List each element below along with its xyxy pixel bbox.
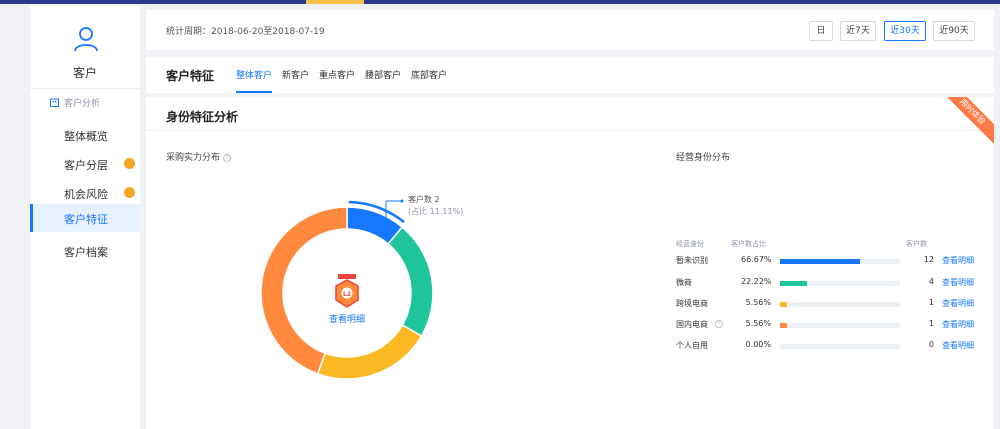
count-cell: 4 (928, 277, 934, 286)
ratio-cell: 5.56% (745, 298, 771, 307)
section-title: 客户特征 (166, 69, 215, 83)
trial-ribbon: 限时体验 (938, 97, 994, 146)
help-icon[interactable]: ? (223, 154, 232, 162)
count-cell: 1 (928, 319, 934, 328)
top-bar-accent (306, 0, 364, 4)
ratio-bar-fill (780, 281, 807, 286)
sidebar-item-label: 机会风险 (64, 188, 108, 201)
ratio-bar (780, 344, 900, 349)
ratio-bar (780, 302, 900, 307)
help-icon[interactable]: ? (715, 320, 723, 328)
sidebar-item-label: 客户特征 (64, 213, 108, 226)
sidebar: 客户 客户分析 整体概览 客户分层 机会风险 客户特征 客户档案 (30, 6, 140, 429)
donut-segment[interactable] (346, 206, 404, 246)
range-7d-button[interactable]: 近7天 (840, 21, 876, 41)
header-ratio: 客户数占比 (731, 240, 766, 248)
ratio-bar-fill (780, 302, 787, 307)
tab-middle-customers[interactable]: 腰部客户 (365, 68, 401, 93)
donut-segment[interactable] (260, 206, 348, 375)
sidebar-item-label: 整体概览 (64, 130, 108, 143)
identity-cell: 个人自用 (676, 341, 708, 350)
identity-cell: 暂未识别 (676, 256, 708, 265)
callout-ratio: (占比 11.11%) (408, 207, 464, 216)
donut-segment[interactable] (387, 226, 434, 338)
sidebar-item-overview[interactable]: 整体概览 (30, 121, 140, 149)
ratio-bar (780, 281, 900, 286)
count-cell: 1 (928, 298, 934, 307)
period-text: 统计周期：2018-06-20至2018-07-19 (166, 27, 325, 37)
sidebar-item-archive[interactable]: 客户档案 (30, 237, 140, 265)
ratio-bar (780, 323, 900, 328)
range-day-button[interactable]: 日 (809, 21, 833, 41)
tab-all-customers[interactable]: 整体客户 (236, 68, 273, 93)
ratio-cell: 5.56% (745, 319, 771, 328)
badge-level-text: L2 (343, 291, 351, 298)
table-row: 暂未识别 66.67% 12 查看明细 (676, 255, 986, 271)
ratio-bar-fill (780, 259, 860, 264)
range-90d-button[interactable]: 近90天 (933, 21, 975, 41)
table-row: 国内电商? 5.56% 1 查看明细 (676, 319, 986, 335)
ratio-cell: 66.67% (741, 255, 772, 264)
sidebar-divider (30, 88, 140, 89)
count-cell: 12 (923, 255, 934, 264)
view-detail-link[interactable]: 查看明细 (942, 298, 974, 309)
donut-chart (260, 200, 434, 380)
business-identity-title: 经营身份分布 (676, 153, 731, 163)
tab-bottom-customers[interactable]: 底部客户 (411, 68, 447, 93)
donut-segment[interactable] (316, 323, 423, 380)
donut-highlight-arc (348, 200, 405, 224)
sidebar-item-label: 客户档案 (64, 246, 108, 259)
identity-analysis-panel: 身份特征分析 限时体验 采购实力分布? 客户数 2 (占比 11.11%) L2… (146, 97, 994, 429)
sidebar-item-features[interactable]: 客户特征 (30, 204, 140, 232)
purchasing-power-label: 采购实力分布 (166, 153, 221, 163)
top-bar (0, 0, 1000, 4)
identity-cell: 国内电商 (676, 320, 708, 329)
identity-cell: 微商 (676, 278, 692, 287)
sidebar-item-risk[interactable]: 机会风险 (30, 179, 140, 207)
view-detail-link[interactable]: 查看明细 (329, 312, 365, 325)
level-badge-icon: L2 (335, 274, 359, 308)
ratio-cell: 0.00% (745, 340, 771, 349)
sidebar-section-label: 客户分析 (64, 99, 101, 109)
panel-title: 身份特征分析 (166, 110, 239, 124)
notification-dot (124, 187, 135, 198)
notification-dot (124, 158, 135, 169)
table-row: 跨境电商 5.56% 1 查看明细 (676, 298, 986, 314)
identity-cell: 跨境电商 (676, 299, 708, 308)
sidebar-title: 客户 (72, 66, 97, 80)
table-row: 个人自用 0.00% 0 查看明细 (676, 340, 986, 356)
header-identity: 经营身份 (676, 240, 704, 248)
building-icon (50, 98, 59, 107)
view-detail-link[interactable]: 查看明细 (942, 277, 974, 288)
range-30d-button[interactable]: 近30天 (884, 21, 926, 41)
tabs-panel: 客户特征 整体客户 新客户 重点客户 腰部客户 底部客户 (146, 57, 994, 93)
sidebar-item-layering[interactable]: 客户分层 (30, 150, 140, 178)
sidebar-item-label: 客户分层 (64, 159, 108, 172)
callout-line (385, 199, 404, 220)
view-detail-link[interactable]: 查看明细 (942, 340, 974, 351)
user-icon (74, 27, 98, 52)
header-count: 客户数 (906, 240, 927, 248)
ratio-bar-fill (780, 323, 787, 328)
tab-key-customers[interactable]: 重点客户 (319, 68, 355, 93)
period-panel: 统计周期：2018-06-20至2018-07-19 日 近7天 近30天 近9… (146, 10, 994, 50)
view-detail-link[interactable]: 查看明细 (942, 319, 974, 330)
callout-count: 客户数 2 (408, 195, 440, 204)
count-cell: 0 (928, 340, 934, 349)
view-detail-link[interactable]: 查看明细 (942, 255, 974, 266)
tab-new-customers[interactable]: 新客户 (282, 68, 309, 93)
table-row: 微商 22.22% 4 查看明细 (676, 277, 986, 293)
ratio-bar (780, 259, 900, 264)
ratio-cell: 22.22% (741, 277, 772, 286)
purchasing-power-title: 采购实力分布? (166, 150, 232, 163)
panel-divider (146, 130, 994, 131)
sidebar-section: 客户分析 (50, 96, 100, 109)
